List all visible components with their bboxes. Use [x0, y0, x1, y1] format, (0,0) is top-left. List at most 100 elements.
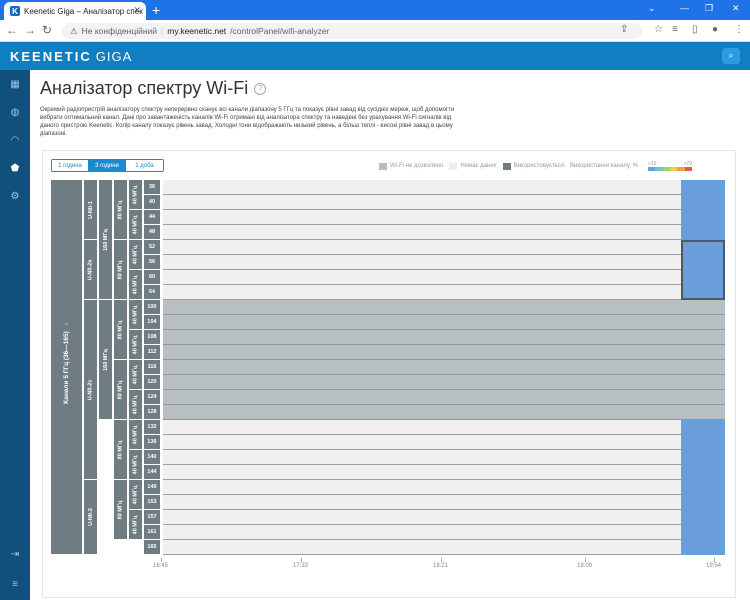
page-title-text: Аналізатор спектру Wi-Fi	[40, 78, 249, 98]
time-axis-label: 19:09	[577, 563, 593, 569]
channel-label-56: 56	[144, 255, 160, 270]
search-icon[interactable]: ⌕	[722, 48, 740, 64]
channel-row-165	[163, 540, 725, 555]
channel-label-60: 60	[144, 270, 160, 285]
menu-icon[interactable]: ≡	[7, 576, 23, 592]
width-80-3: 80 МГц	[114, 360, 128, 420]
time-range-switch: 1 година 3 години 1 доба	[51, 159, 164, 172]
unii-group-3: U-NII-3	[84, 480, 98, 555]
channel-label-108: 108	[144, 330, 160, 345]
channel-label-153: 153	[144, 495, 160, 510]
page-title: Аналізатор спектру Wi-Fi ?	[40, 78, 267, 99]
channel-row-157	[163, 510, 725, 525]
legend-in-use: Використовується	[502, 162, 564, 170]
address-bar-row: ← → ↻ ⚠ Не конфіденційний | my.keenetic.…	[0, 20, 750, 42]
app-header: KEENETIC GIGA ⌕	[0, 42, 750, 70]
sidebar: ▦ ◍ ◠ ⬟ ⚙ ⇥ ≡	[0, 70, 30, 600]
channel-label-52: 52	[144, 240, 160, 255]
time-axis-tick	[714, 558, 715, 562]
width-40-1: 40 МГц	[129, 210, 143, 240]
tab-title: Keenetic Giga – Аналізатор спек	[24, 6, 143, 16]
width-40-9: 40 МГц	[129, 450, 143, 480]
channel-row-116	[163, 360, 725, 375]
channel-label-64: 64	[144, 285, 160, 300]
channel-row-153	[163, 495, 725, 510]
time-button-1h[interactable]: 1 година	[52, 160, 89, 171]
share-icon[interactable]: ⇪	[620, 24, 628, 35]
channel-label-128: 128	[144, 405, 160, 420]
shield-icon[interactable]: ⬟	[7, 160, 23, 176]
channel-label-48: 48	[144, 225, 160, 240]
close-tab-icon[interactable]: ✕	[133, 5, 141, 16]
gear-icon[interactable]: ⚙	[7, 188, 23, 204]
channel-label-120: 120	[144, 375, 160, 390]
time-button-3h[interactable]: 3 години	[89, 160, 126, 171]
width-80-0: 80 МГц	[114, 180, 128, 240]
legend: Wi-Fi не дозволено Немає даних Використо…	[379, 161, 692, 171]
url-host: my.keenetic.net	[167, 26, 227, 36]
band-label: Канали 5 ГГц (36—165)	[51, 180, 83, 555]
globe-icon[interactable]: ◍	[7, 104, 23, 120]
bookmark-star-icon[interactable]: ☆	[654, 24, 663, 35]
channel-row-36	[163, 180, 725, 195]
browser-menu-icon[interactable]: ⋮	[734, 24, 744, 35]
legend-usage: Використання каналу, %	[570, 163, 638, 169]
time-axis-tick	[441, 558, 442, 562]
width-40-6: 40 МГц	[129, 360, 143, 390]
help-icon[interactable]: ?	[254, 82, 267, 95]
chevron-up-icon[interactable]: ‹	[60, 316, 72, 332]
width-40-7: 40 МГц	[129, 390, 143, 420]
reading-list-icon[interactable]: ≡	[672, 24, 678, 35]
back-icon[interactable]: ←	[6, 23, 18, 37]
legend-not-allowed: Wi-Fi не дозволено	[379, 162, 443, 170]
usage-block-52-64	[681, 240, 725, 300]
time-axis-label: 16:45	[153, 563, 169, 569]
keenetic-favicon-icon: K	[10, 6, 20, 16]
time-button-1d[interactable]: 1 доба	[126, 160, 163, 171]
channel-label-36: 36	[144, 180, 160, 195]
channel-label-165: 165	[144, 540, 160, 555]
width-80-4: 80 МГц	[114, 420, 128, 480]
new-tab-button[interactable]: +	[152, 2, 160, 18]
width-40-10: 40 МГц	[129, 480, 143, 510]
browser-titlebar: K Keenetic Giga – Аналізатор спек ✕ + ⌄ …	[0, 0, 750, 20]
channel-row-132	[163, 420, 725, 435]
width-80-2: 80 МГц	[114, 300, 128, 360]
channel-label-149: 149	[144, 480, 160, 495]
channel-row-136	[163, 435, 725, 450]
channel-label-136: 136	[144, 435, 160, 450]
profile-icon[interactable]: ●	[712, 24, 718, 35]
channel-label-161: 161	[144, 525, 160, 540]
chevron-down-icon[interactable]: ⌄	[648, 3, 656, 14]
keenetic-logo[interactable]: KEENETIC GIGA	[10, 49, 132, 64]
side-panel-icon[interactable]: ▯	[692, 24, 698, 35]
logout-icon[interactable]: ⇥	[7, 546, 23, 562]
channel-row-108	[163, 330, 725, 345]
channel-row-161	[163, 525, 725, 540]
width-40-2: 40 МГц	[129, 240, 143, 270]
usage-block-132-165	[681, 420, 725, 555]
time-axis-tick	[161, 558, 162, 562]
channel-label-40: 40	[144, 195, 160, 210]
width-160-1: 160 МГц	[99, 300, 113, 420]
width-40-4: 40 МГц	[129, 300, 143, 330]
channel-label-140: 140	[144, 450, 160, 465]
channel-row-56	[163, 255, 725, 270]
channel-row-100	[163, 300, 725, 315]
wifi-icon[interactable]: ◠	[7, 132, 23, 148]
minimize-icon[interactable]: —	[680, 3, 689, 13]
reload-icon[interactable]: ↻	[42, 23, 52, 37]
channel-row-40	[163, 195, 725, 210]
close-window-icon[interactable]: ✕	[732, 3, 740, 14]
channel-label-104: 104	[144, 315, 160, 330]
channel-row-60	[163, 270, 725, 285]
channel-label-44: 44	[144, 210, 160, 225]
browser-tab[interactable]: K Keenetic Giga – Аналізатор спек ✕	[4, 2, 146, 20]
maximize-icon[interactable]: ❐	[705, 3, 713, 14]
dashboard-icon[interactable]: ▦	[7, 76, 23, 92]
forward-icon[interactable]: →	[24, 23, 36, 37]
channel-label-112: 112	[144, 345, 160, 360]
url-field[interactable]: ⚠ Не конфіденційний | my.keenetic.net/co…	[62, 23, 642, 39]
channel-row-144	[163, 465, 725, 480]
channel-label-116: 116	[144, 360, 160, 375]
